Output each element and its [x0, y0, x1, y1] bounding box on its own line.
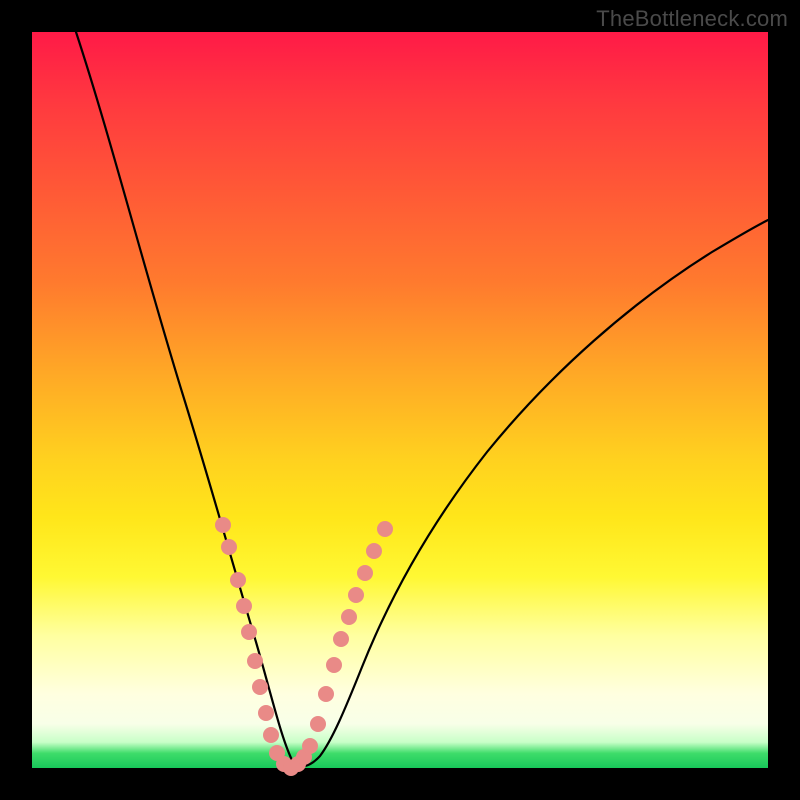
- curve-marker: [326, 657, 342, 673]
- curve-marker: [302, 738, 318, 754]
- curve-marker: [247, 653, 263, 669]
- curve-marker: [366, 543, 382, 559]
- curve-marker: [236, 598, 252, 614]
- curve-marker: [252, 679, 268, 695]
- curve-marker: [241, 624, 257, 640]
- curve-marker: [310, 716, 326, 732]
- curve-left-arm: [76, 32, 294, 764]
- curve-marker: [377, 521, 393, 537]
- curve-marker: [215, 517, 231, 533]
- watermark-text: TheBottleneck.com: [596, 6, 788, 32]
- curve-marker: [341, 609, 357, 625]
- curve-marker: [348, 587, 364, 603]
- curve-right-arm: [294, 220, 768, 766]
- curve-marker: [258, 705, 274, 721]
- curve-marker: [230, 572, 246, 588]
- outer-frame: TheBottleneck.com: [0, 0, 800, 800]
- curve-marker: [333, 631, 349, 647]
- plot-area: [32, 32, 768, 768]
- curve-marker: [263, 727, 279, 743]
- curve-marker: [357, 565, 373, 581]
- bottleneck-curve-svg: [32, 32, 768, 768]
- curve-marker: [221, 539, 237, 555]
- curve-markers: [215, 517, 393, 776]
- curve-marker: [318, 686, 334, 702]
